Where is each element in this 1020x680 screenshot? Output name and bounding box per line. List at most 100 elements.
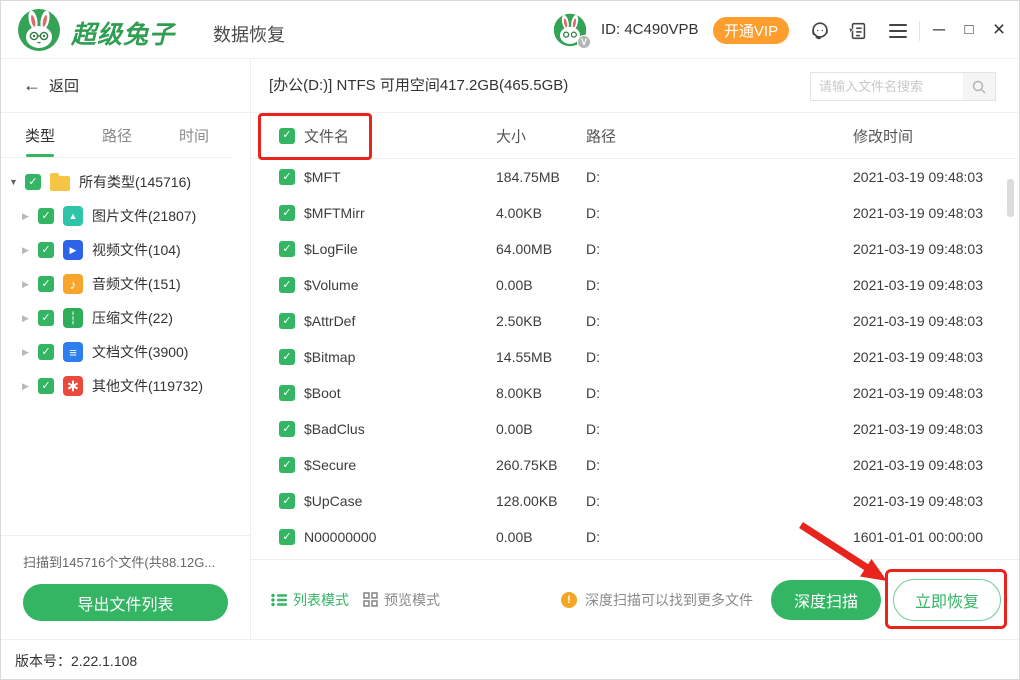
row-checkbox[interactable] bbox=[279, 277, 295, 293]
tree-item[interactable]: ▶ 音频文件(151) bbox=[1, 267, 250, 301]
tree-item[interactable]: ▶ 压缩文件(22) bbox=[1, 301, 250, 335]
table-row[interactable]: $MFTMirr 4.00KB D: 2021-03-19 09:48:03 bbox=[251, 195, 1020, 231]
table-row[interactable]: $MFT 184.75MB D: 2021-03-19 09:48:03 bbox=[251, 159, 1020, 195]
file-path: D: bbox=[586, 205, 600, 221]
hint-text: 深度扫描可以找到更多文件 bbox=[585, 590, 753, 610]
app-logo-rabbit-icon bbox=[17, 8, 61, 52]
file-table-body: $MFT 184.75MB D: 2021-03-19 09:48:03 $MF… bbox=[251, 159, 1020, 555]
table-row[interactable]: $Volume 0.00B D: 2021-03-19 09:48:03 bbox=[251, 267, 1020, 303]
row-checkbox[interactable] bbox=[279, 457, 295, 473]
table-row[interactable]: $UpCase 128.00KB D: 2021-03-19 09:48:03 bbox=[251, 483, 1020, 519]
expander-icon[interactable]: ▼ bbox=[9, 177, 25, 187]
row-checkbox[interactable] bbox=[279, 205, 295, 221]
sidebar-tab[interactable]: 路径 bbox=[96, 113, 138, 157]
row-checkbox[interactable] bbox=[279, 169, 295, 185]
file-modified-time: 2021-03-19 09:48:03 bbox=[853, 421, 983, 437]
search-input[interactable] bbox=[811, 73, 963, 100]
tree-item-label: 音频文件(151) bbox=[92, 274, 181, 294]
recover-now-button[interactable]: 立即恢复 bbox=[893, 579, 1001, 621]
filetype-icon bbox=[63, 274, 83, 294]
expander-icon[interactable]: ▶ bbox=[22, 279, 38, 290]
tree-item[interactable]: ▶ 文档文件(3900) bbox=[1, 335, 250, 369]
expander-icon[interactable]: ▶ bbox=[22, 313, 38, 324]
column-header-filename[interactable]: 文件名 bbox=[304, 125, 349, 146]
drive-info-bar: [办公(D:)] NTFS 可用空间417.2GB(465.5GB) bbox=[251, 59, 1020, 113]
menu-hamburger-icon[interactable] bbox=[885, 19, 911, 43]
title-bar: 超级兔子 数据恢复 V ID: 4C490VPB 开通VIP bbox=[1, 1, 1020, 59]
minimize-button[interactable]: ─ bbox=[926, 1, 952, 59]
open-vip-button[interactable]: 开通VIP bbox=[713, 17, 789, 44]
app-window: 超级兔子 数据恢复 V ID: 4C490VPB 开通VIP bbox=[0, 0, 1020, 680]
file-name: $LogFile bbox=[304, 241, 358, 257]
product-name: 数据恢复 bbox=[213, 21, 285, 47]
column-header-modified[interactable]: 修改时间 bbox=[853, 125, 913, 146]
sidebar-tab[interactable]: 时间 bbox=[173, 113, 215, 157]
export-file-list-button[interactable]: 导出文件列表 bbox=[23, 584, 228, 621]
file-modified-time: 2021-03-19 09:48:03 bbox=[853, 169, 983, 185]
deep-scan-button[interactable]: 深度扫描 bbox=[771, 580, 881, 620]
tree-checkbox[interactable] bbox=[38, 344, 54, 360]
table-row[interactable]: $Bitmap 14.55MB D: 2021-03-19 09:48:03 bbox=[251, 339, 1020, 375]
tree-item-label: 视频文件(104) bbox=[92, 240, 181, 260]
file-modified-time: 2021-03-19 09:48:03 bbox=[853, 457, 983, 473]
search-icon bbox=[971, 79, 987, 95]
tree-item[interactable]: ▶ 图片文件(21807) bbox=[1, 199, 250, 233]
back-button[interactable]: ← 返回 bbox=[1, 59, 250, 113]
file-name: $MFTMirr bbox=[304, 205, 365, 221]
row-checkbox[interactable] bbox=[279, 529, 295, 545]
table-row[interactable]: N00000000 0.00B D: 1601-01-01 00:00:00 bbox=[251, 519, 1020, 555]
filetype-icon bbox=[63, 206, 83, 226]
tree-item[interactable]: ▼ 所有类型(145716) bbox=[1, 165, 250, 199]
row-checkbox[interactable] bbox=[279, 385, 295, 401]
tree-checkbox[interactable] bbox=[38, 276, 54, 292]
row-checkbox[interactable] bbox=[279, 493, 295, 509]
user-avatar[interactable]: V bbox=[553, 13, 589, 47]
table-row[interactable]: $AttrDef 2.50KB D: 2021-03-19 09:48:03 bbox=[251, 303, 1020, 339]
tree-item[interactable]: ▶ 其他文件(119732) bbox=[1, 369, 250, 403]
column-header-path[interactable]: 路径 bbox=[586, 125, 616, 146]
table-row[interactable]: $Boot 8.00KB D: 2021-03-19 09:48:03 bbox=[251, 375, 1020, 411]
customer-service-icon[interactable] bbox=[807, 19, 833, 43]
row-checkbox[interactable] bbox=[279, 421, 295, 437]
column-header-size[interactable]: 大小 bbox=[496, 125, 526, 146]
expander-icon[interactable]: ▶ bbox=[22, 381, 38, 392]
version-label: 版本号：2.22.1.108 bbox=[15, 651, 137, 671]
sidebar-tab[interactable]: 类型 bbox=[19, 113, 61, 157]
search-button[interactable] bbox=[963, 73, 995, 100]
tree-checkbox[interactable] bbox=[25, 174, 41, 190]
tree-item[interactable]: ▶ 视频文件(104) bbox=[1, 233, 250, 267]
row-checkbox[interactable] bbox=[279, 313, 295, 329]
table-row[interactable]: $Secure 260.75KB D: 2021-03-19 09:48:03 bbox=[251, 447, 1020, 483]
vip-level-badge: V bbox=[577, 35, 591, 49]
file-name: $AttrDef bbox=[304, 313, 355, 329]
file-path: D: bbox=[586, 277, 600, 293]
maximize-button[interactable]: □ bbox=[956, 1, 982, 59]
preview-mode-toggle[interactable]: 预览模式 bbox=[363, 590, 440, 610]
row-checkbox[interactable] bbox=[279, 349, 295, 365]
list-mode-toggle[interactable]: 列表模式 bbox=[271, 590, 349, 610]
file-path: D: bbox=[586, 241, 600, 257]
row-checkbox[interactable] bbox=[279, 241, 295, 257]
file-path: D: bbox=[586, 529, 600, 545]
warning-icon: ! bbox=[561, 592, 577, 608]
list-mode-icon bbox=[271, 593, 287, 607]
tree-checkbox[interactable] bbox=[38, 310, 54, 326]
table-row[interactable]: $BadClus 0.00B D: 2021-03-19 09:48:03 bbox=[251, 411, 1020, 447]
table-row[interactable]: $LogFile 64.00MB D: 2021-03-19 09:48:03 bbox=[251, 231, 1020, 267]
tree-checkbox[interactable] bbox=[38, 242, 54, 258]
expander-icon[interactable]: ▶ bbox=[22, 245, 38, 256]
vertical-scrollbar[interactable] bbox=[1007, 179, 1014, 217]
expander-icon[interactable]: ▶ bbox=[22, 347, 38, 358]
status-bar: 版本号：2.22.1.108 bbox=[1, 639, 1020, 680]
select-all-checkbox[interactable] bbox=[279, 128, 295, 144]
feedback-icon[interactable] bbox=[845, 19, 871, 43]
close-button[interactable]: × bbox=[986, 1, 1012, 59]
file-size: 184.75MB bbox=[496, 169, 560, 185]
scan-summary: 扫描到145716个文件(共88.12G... bbox=[23, 552, 238, 571]
main-content: [办公(D:)] NTFS 可用空间417.2GB(465.5GB) 文件名 大… bbox=[251, 59, 1020, 639]
tree-checkbox[interactable] bbox=[38, 208, 54, 224]
file-name: $Volume bbox=[304, 277, 358, 293]
expander-icon[interactable]: ▶ bbox=[22, 211, 38, 222]
tree-item-label: 压缩文件(22) bbox=[92, 308, 173, 328]
tree-checkbox[interactable] bbox=[38, 378, 54, 394]
